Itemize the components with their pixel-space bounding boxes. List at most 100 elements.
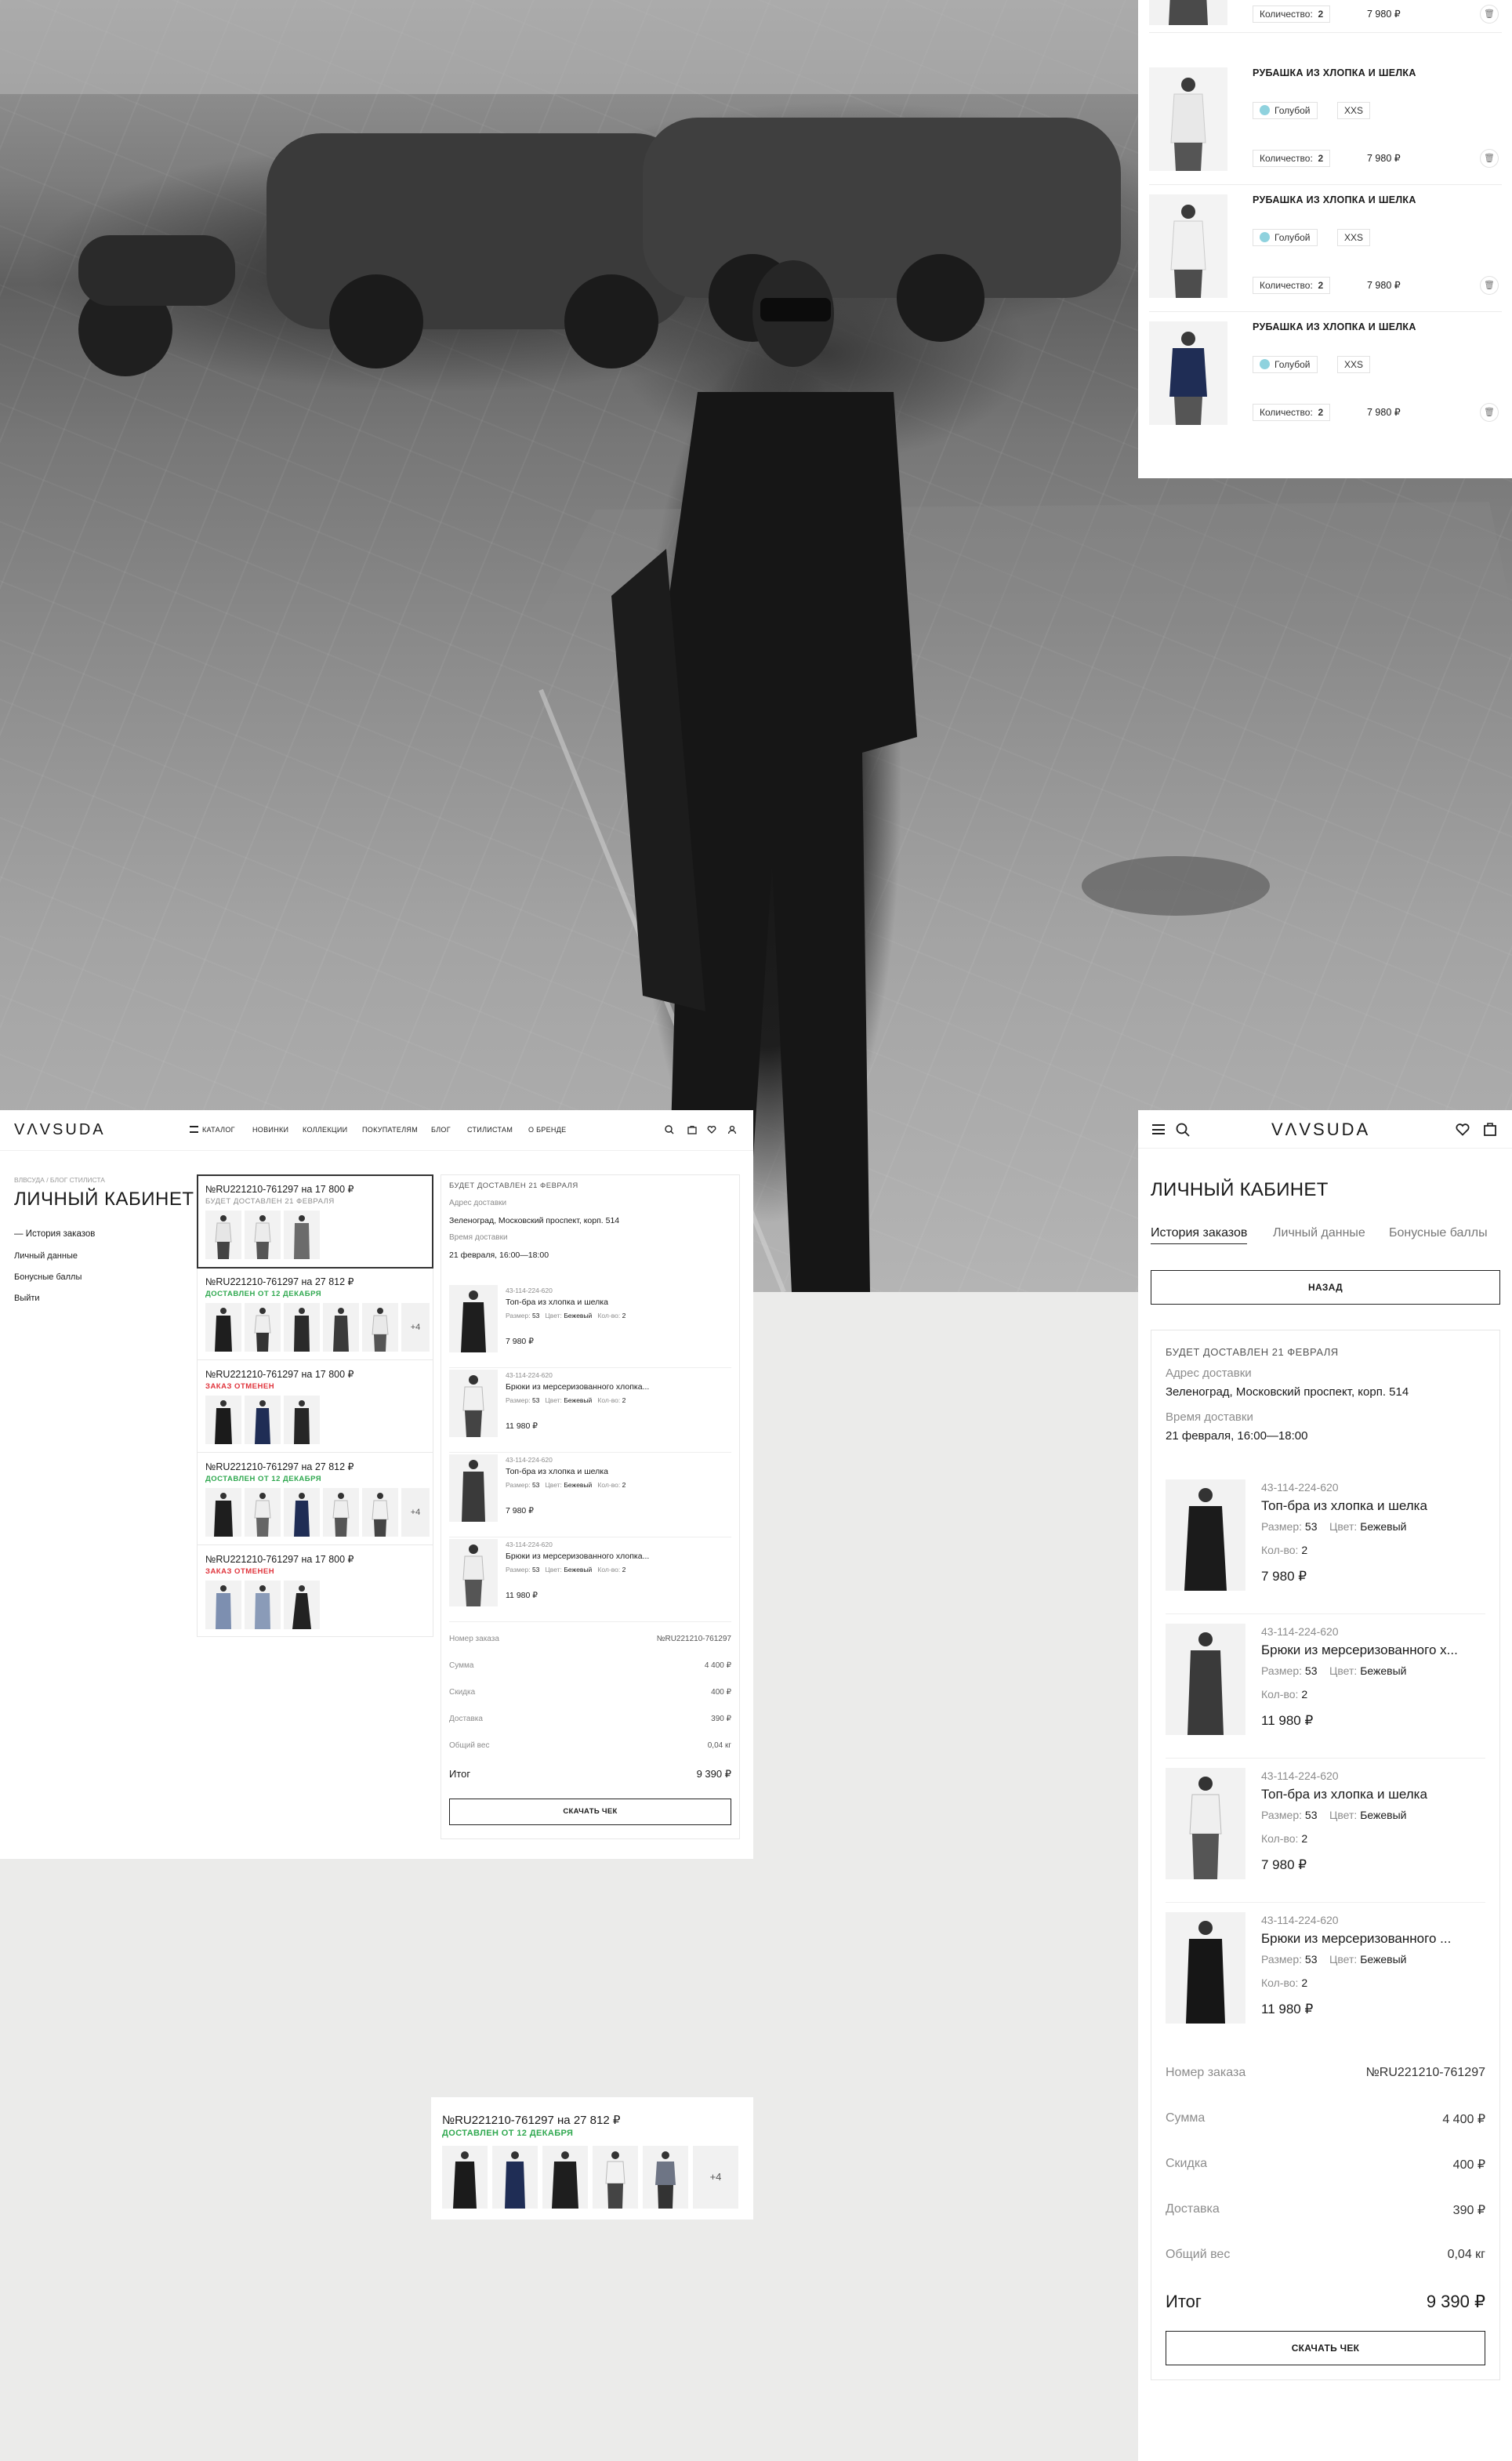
product-thumbnail[interactable] <box>1149 194 1227 298</box>
product-thumbnail[interactable] <box>1149 321 1227 425</box>
color-label: Цвет: <box>545 1396 562 1404</box>
quantity-stepper[interactable]: Количество: 2 <box>1253 404 1331 421</box>
item-name[interactable]: РУБАШКА ИЗ ХЛОПКА И ШЕЛКА <box>1253 194 1416 205</box>
order-status: ЗАКАЗ ОТМЕНЕН <box>205 1382 275 1391</box>
order-card[interactable]: №RU221210-761297 на 17 800 ₽ ЗАКАЗ ОТМЕН… <box>198 1545 433 1636</box>
nav-item-blog[interactable]: БЛОГ <box>431 1126 451 1134</box>
product-row[interactable]: 43-114-224-620 Брюки из мерсеризованного… <box>449 1370 731 1453</box>
product-price: 11 980 ₽ <box>506 1591 538 1600</box>
quantity-stepper[interactable]: Количество: 2 <box>1253 150 1331 167</box>
delivery-time: 21 февраля, 16:00—18:00 <box>449 1250 549 1260</box>
user-icon[interactable] <box>727 1125 737 1134</box>
order-number: №RU221210-761297 на 27 812 ₽ <box>205 1276 354 1287</box>
search-icon[interactable] <box>665 1125 674 1134</box>
delivery-time: 21 февраля, 16:00—18:00 <box>1166 1429 1308 1443</box>
quantity-stepper[interactable]: Количество: 2 <box>1253 277 1331 294</box>
qty-label: Кол-во: <box>597 1566 621 1574</box>
color-value: Бежевый <box>1360 1953 1407 1966</box>
discount-value: 400 ₽ <box>711 1688 731 1697</box>
color-name: Голубой <box>1275 359 1311 370</box>
color-chip: Голубой <box>1253 356 1318 373</box>
nav-item-about[interactable]: О БРЕНДЕ <box>528 1126 566 1134</box>
trash-icon[interactable]: 🗑 <box>1480 5 1499 24</box>
nav-item-customers[interactable]: ПОКУПАТЕЛЯМ <box>362 1126 418 1134</box>
item-name[interactable]: РУБАШКА ИЗ ХЛОПКА И ШЕЛКА <box>1253 321 1416 332</box>
qty-label: Кол-во: <box>1261 1832 1299 1845</box>
nav-item-new[interactable]: НОВИНКИ <box>252 1126 288 1134</box>
product-row[interactable]: 43-114-224-620 Топ-бра из хлопка и шелка… <box>449 1285 731 1368</box>
tab-bonus[interactable]: Бонусные баллы <box>1389 1226 1488 1240</box>
bag-icon[interactable] <box>1483 1122 1497 1136</box>
trash-icon[interactable]: 🗑 <box>1480 276 1499 295</box>
qty-value: 2 <box>622 1481 626 1489</box>
qty-value: 2 <box>1301 1688 1308 1701</box>
order-card[interactable]: №RU221210-761297 на 17 800 ₽ БУДЕТ ДОСТА… <box>197 1174 433 1269</box>
quantity-stepper[interactable]: Количество: 2 <box>1253 5 1331 23</box>
color-label: Цвет: <box>1329 1520 1358 1533</box>
trash-icon[interactable]: 🗑 <box>1480 149 1499 168</box>
qty-label: Кол-во: <box>1261 1688 1299 1701</box>
product-thumbnail[interactable] <box>1149 0 1227 25</box>
order-status: БУДЕТ ДОСТАВЛЕН 21 ФЕВРАЛЯ <box>205 1197 335 1206</box>
trash-icon[interactable]: 🗑 <box>1480 403 1499 422</box>
weight-label: Общий вес <box>449 1741 490 1750</box>
product-sku: 43-114-224-620 <box>506 1456 553 1464</box>
sidebar-item-personal[interactable]: Личный данные <box>14 1251 78 1261</box>
color-label: Цвет: <box>1329 1953 1358 1966</box>
order-thumbnail <box>245 1211 281 1259</box>
menu-icon[interactable] <box>1152 1124 1165 1134</box>
bag-icon[interactable] <box>687 1125 697 1134</box>
order-card-enlarged[interactable]: №RU221210-761297 на 27 812 ₽ ДОСТАВЛЕН О… <box>431 2097 753 2220</box>
menu-icon[interactable] <box>190 1126 198 1133</box>
order-thumbnail <box>284 1211 320 1259</box>
sidebar-item-bonus[interactable]: Бонусные баллы <box>14 1272 82 1282</box>
brand-logo[interactable]: VΛVSUDA <box>1271 1120 1370 1140</box>
product-row[interactable]: 43-114-224-620 Топ-бра из хлопка и шелка… <box>1166 1479 1485 1614</box>
nav-item-stylists[interactable]: СТИЛИСТАМ <box>467 1126 513 1134</box>
product-name: Брюки из мерсеризованного х... <box>1261 1642 1458 1657</box>
order-thumbnail <box>593 2146 638 2209</box>
order-card[interactable]: №RU221210-761297 на 27 812 ₽ ДОСТАВЛЕН О… <box>198 1268 433 1360</box>
breadcrumb[interactable]: ВЛВСУДА / БЛОГ СТИЛИСТА <box>14 1176 105 1184</box>
heart-icon[interactable] <box>707 1125 716 1134</box>
cart-item: Количество: 2 7 980 ₽ 🗑 <box>1149 0 1502 33</box>
page-title: ЛИЧНЫЙ КАБИНЕТ <box>1151 1179 1329 1200</box>
order-number-value: №RU221210-761297 <box>656 1635 731 1643</box>
order-card[interactable]: №RU221210-761297 на 27 812 ₽ ДОСТАВЛЕН О… <box>198 1453 433 1545</box>
delivery-status: БУДЕТ ДОСТАВЛЕН 21 ФЕВРАЛЯ <box>449 1181 578 1190</box>
product-sku: 43-114-224-620 <box>506 1541 553 1548</box>
product-sku: 43-114-224-620 <box>1261 1914 1339 1926</box>
color-swatch <box>1260 359 1270 369</box>
search-icon[interactable] <box>1176 1123 1190 1137</box>
brand-logo[interactable]: VΛVSUDA <box>14 1121 106 1139</box>
nav-item-catalog[interactable]: КАТАЛОГ <box>202 1126 235 1134</box>
product-row[interactable]: 43-114-224-620 Брюки из мерсеризованного… <box>1166 1624 1485 1759</box>
color-value: Бежевый <box>1360 1520 1407 1533</box>
nav-item-collections[interactable]: КОЛЛЕКЦИИ <box>303 1126 347 1134</box>
order-thumbnail <box>205 1303 241 1352</box>
order-card[interactable]: №RU221210-761297 на 17 800 ₽ ЗАКАЗ ОТМЕН… <box>198 1360 433 1453</box>
back-button[interactable]: НАЗАД <box>1151 1270 1500 1305</box>
order-thumbnail <box>245 1303 281 1352</box>
product-row[interactable]: 43-114-224-620 Топ-бра из хлопка и шелка… <box>1166 1768 1485 1903</box>
download-receipt-button[interactable]: СКАЧАТЬ ЧЕК <box>1166 2331 1485 2365</box>
product-row[interactable]: 43-114-224-620 Топ-бра из хлопка и шелка… <box>449 1454 731 1537</box>
item-name[interactable]: РУБАШКА ИЗ ХЛОПКА И ШЕЛКА <box>1253 67 1416 78</box>
product-name: Брюки из мерсеризованного ... <box>1261 1931 1452 1946</box>
order-thumbnail <box>205 1396 241 1444</box>
product-thumbnail[interactable] <box>1149 67 1227 171</box>
color-chip: Голубой <box>1253 102 1318 119</box>
download-receipt-button[interactable]: СКАЧАТЬ ЧЕК <box>449 1799 731 1825</box>
tab-orders[interactable]: История заказов <box>1151 1226 1248 1244</box>
size-value: 53 <box>1304 1664 1318 1677</box>
sidebar-item-logout[interactable]: Выйти <box>14 1294 40 1303</box>
tab-personal[interactable]: Личный данные <box>1273 1226 1365 1240</box>
size-value: 53 <box>531 1481 540 1489</box>
sidebar-item-orders[interactable]: — История заказов <box>14 1229 95 1239</box>
product-row[interactable]: 43-114-224-620 Брюки из мерсеризованного… <box>449 1539 731 1622</box>
heart-icon[interactable] <box>1456 1123 1470 1136</box>
order-thumbnail <box>323 1303 359 1352</box>
more-items-count: +4 <box>693 2146 738 2209</box>
delivery-value: 390 ₽ <box>711 1715 731 1723</box>
product-row[interactable]: 43-114-224-620 Брюки из мерсеризованного… <box>1166 1912 1485 2047</box>
